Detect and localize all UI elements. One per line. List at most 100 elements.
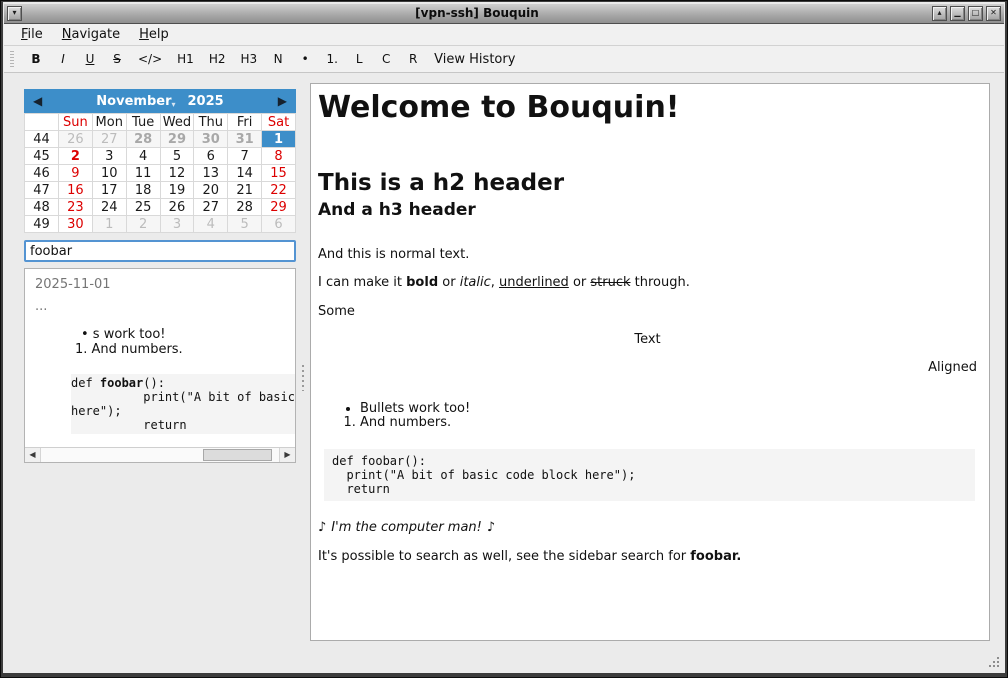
- calendar-day[interactable]: 7: [228, 148, 262, 165]
- prev-month-icon[interactable]: ◀: [33, 94, 42, 108]
- code-block: def foobar(): print("A bit of basic code…: [324, 449, 975, 501]
- calendar-day-selected[interactable]: 1: [262, 131, 296, 148]
- calendar-day[interactable]: 6: [262, 216, 296, 233]
- day-header-row: Sun Mon Tue Wed Thu Fri Sat: [25, 114, 296, 131]
- calendar-day[interactable]: 30: [194, 131, 228, 148]
- result-bullet-line: • s work too!: [81, 327, 295, 342]
- calendar-day[interactable]: 11: [126, 165, 160, 182]
- month-dropdown-icon[interactable]: ▾: [171, 100, 175, 109]
- calendar-day[interactable]: 10: [92, 165, 126, 182]
- window-menu-button[interactable]: ▾: [7, 6, 22, 21]
- search-results-panel[interactable]: 2025-11-01 ... • s work too! 1. And numb…: [24, 268, 296, 463]
- calendar-day[interactable]: 2: [59, 148, 93, 165]
- result-date-link[interactable]: 2025-11-01: [35, 277, 295, 292]
- music-text: I'm the computer man!: [331, 520, 482, 535]
- calendar-day[interactable]: 17: [92, 182, 126, 199]
- numbered-list-button[interactable]: 1.: [323, 50, 341, 68]
- menu-help[interactable]: Help: [130, 25, 179, 44]
- result-ellipsis: ...: [35, 299, 295, 314]
- calendar-title: November▾ 2025: [42, 94, 278, 109]
- scrollbar-thumb[interactable]: [203, 449, 272, 461]
- calendar-day[interactable]: 27: [92, 131, 126, 148]
- calendar-day[interactable]: 15: [262, 165, 296, 182]
- calendar: ◀ November▾2025 ▶ Sun Mon Tue Wed Thu: [24, 89, 296, 233]
- calendar-day[interactable]: 22: [262, 182, 296, 199]
- week-number: 49: [25, 216, 59, 233]
- calendar-day[interactable]: 1: [92, 216, 126, 233]
- normal-text-button[interactable]: N: [269, 50, 287, 68]
- calendar-day[interactable]: 18: [126, 182, 160, 199]
- calendar-day[interactable]: 30: [59, 216, 93, 233]
- calendar-day[interactable]: 2: [126, 216, 160, 233]
- calendar-day[interactable]: 13: [194, 165, 228, 182]
- code-button[interactable]: </>: [135, 50, 165, 68]
- align-center-button[interactable]: C: [377, 50, 395, 68]
- calendar-day[interactable]: 5: [160, 148, 194, 165]
- bold-button[interactable]: B: [27, 50, 45, 68]
- h1-button[interactable]: H1: [174, 50, 197, 68]
- next-month-icon[interactable]: ▶: [278, 94, 287, 108]
- calendar-day[interactable]: 28: [228, 199, 262, 216]
- calendar-day[interactable]: 20: [194, 182, 228, 199]
- maximize-button[interactable]: □: [968, 6, 983, 21]
- calendar-day[interactable]: 6: [194, 148, 228, 165]
- calendar-day[interactable]: 28: [126, 131, 160, 148]
- minimize-button[interactable]: ▁: [950, 6, 965, 21]
- bullet-list-button[interactable]: •: [296, 50, 314, 68]
- calendar-day[interactable]: 29: [160, 131, 194, 148]
- sidebar-splitter[interactable]: [296, 83, 310, 672]
- calendar-day[interactable]: 5: [228, 216, 262, 233]
- view-history-button[interactable]: View History: [431, 50, 518, 69]
- code-text: ():: [143, 376, 165, 390]
- calendar-day[interactable]: 26: [160, 199, 194, 216]
- calendar-day[interactable]: 3: [160, 216, 194, 233]
- shade-button[interactable]: ▴: [932, 6, 947, 21]
- menu-navigate[interactable]: Navigate: [53, 25, 130, 44]
- close-button[interactable]: ✕: [986, 6, 1001, 21]
- calendar-day[interactable]: 23: [59, 199, 93, 216]
- strikethrough-button[interactable]: S: [108, 50, 126, 68]
- week-number: 48: [25, 199, 59, 216]
- title-bar[interactable]: ▾ [vpn-ssh] Bouquin ▴ ▁ □ ✕: [4, 3, 1004, 24]
- calendar-day[interactable]: 24: [92, 199, 126, 216]
- scroll-right-icon[interactable]: ▶: [280, 448, 295, 462]
- calendar-day[interactable]: 27: [194, 199, 228, 216]
- h3-button[interactable]: H3: [238, 50, 261, 68]
- scroll-left-icon[interactable]: ◀: [25, 448, 40, 462]
- calendar-day[interactable]: 25: [126, 199, 160, 216]
- calendar-day[interactable]: 19: [160, 182, 194, 199]
- text-segment: or: [569, 275, 591, 290]
- calendar-week-row: 45 2 3 4 5 6 7 8: [25, 148, 296, 165]
- music-note-icon: ♪: [318, 520, 326, 535]
- calendar-day[interactable]: 16: [59, 182, 93, 199]
- calendar-day[interactable]: 4: [194, 216, 228, 233]
- italic-button[interactable]: I: [54, 50, 72, 68]
- year-label[interactable]: 2025: [188, 94, 224, 109]
- code-text: print("A bit of basic: [71, 390, 295, 404]
- calendar-day[interactable]: 3: [92, 148, 126, 165]
- underline-button[interactable]: U: [81, 50, 99, 68]
- scrollbar-track[interactable]: [40, 448, 280, 462]
- calendar-day[interactable]: 29: [262, 199, 296, 216]
- toolbar-grip[interactable]: [10, 51, 14, 68]
- calendar-day[interactable]: 8: [262, 148, 296, 165]
- align-left-button[interactable]: L: [350, 50, 368, 68]
- horizontal-scrollbar[interactable]: ◀ ▶: [25, 447, 295, 462]
- menu-file[interactable]: File: [12, 25, 53, 44]
- calendar-day[interactable]: 9: [59, 165, 93, 182]
- search-input[interactable]: [24, 240, 296, 262]
- calendar-day[interactable]: 4: [126, 148, 160, 165]
- editor-view[interactable]: Welcome to Bouquin! This is a h2 header …: [310, 83, 990, 641]
- calendar-day[interactable]: 14: [228, 165, 262, 182]
- h2-heading: This is a h2 header: [318, 170, 977, 196]
- search-hint-text: It's possible to search as well, see the…: [318, 550, 977, 564]
- calendar-day[interactable]: 12: [160, 165, 194, 182]
- calendar-day[interactable]: 31: [228, 131, 262, 148]
- calendar-day[interactable]: 26: [59, 131, 93, 148]
- calendar-week-row: 49 30 1 2 3 4 5 6: [25, 216, 296, 233]
- align-right-button[interactable]: R: [404, 50, 422, 68]
- month-label[interactable]: November: [96, 94, 171, 109]
- resize-grip[interactable]: [988, 657, 1000, 669]
- calendar-day[interactable]: 21: [228, 182, 262, 199]
- h2-button[interactable]: H2: [206, 50, 229, 68]
